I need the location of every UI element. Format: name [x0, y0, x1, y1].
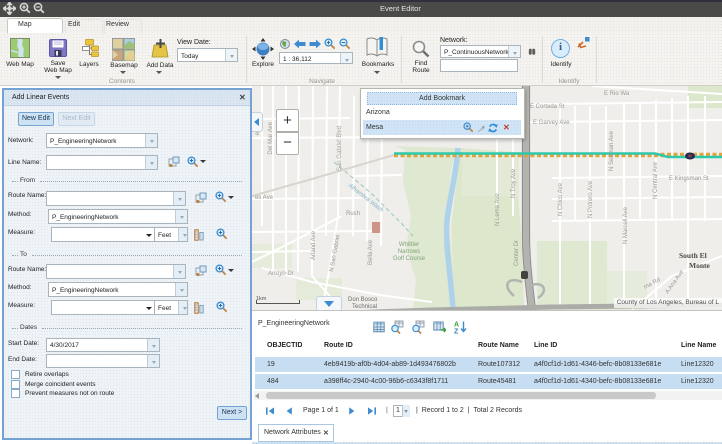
- svg-text:N Lema Ave: N Lema Ave: [495, 193, 501, 226]
- svg-text:E Cortada St: E Cortada St: [530, 104, 565, 110]
- svg-text:Center Dr: Center Dr: [514, 240, 520, 266]
- svg-text:E Kingsman St: E Kingsman St: [669, 176, 709, 182]
- svg-text:Golf Course: Golf Course: [393, 256, 426, 262]
- svg-text:Z: Z: [454, 329, 459, 335]
- svg-text:E Rio Wa: E Rio Wa: [604, 91, 630, 97]
- svg-text:Whittier: Whittier: [399, 242, 419, 248]
- svg-text:Arroyo Dr: Arroyo Dr: [267, 271, 295, 277]
- svg-text:Rush: Rush: [346, 211, 360, 217]
- svg-text:N Seaman Ave: N Seaman Ave: [609, 130, 615, 171]
- svg-text:es Ave: es Ave: [255, 195, 274, 201]
- svg-text:Del Mar Ave: Del Mar Ave: [268, 121, 274, 154]
- svg-text:N San Gabriel: N San Gabriel: [329, 234, 341, 272]
- svg-text:N Marcell Ave: N Marcell Ave: [623, 206, 629, 244]
- svg-text:Don Bosco: Don Bosco: [348, 297, 378, 303]
- svg-text:N Central Ave: N Central Ave: [653, 161, 659, 199]
- svg-text:Arland Ave: Arland Ave: [311, 230, 317, 260]
- svg-text:E Garvey Ave: E Garvey Ave: [533, 120, 570, 126]
- svg-text:N Potrero Ave: N Potrero Ave: [588, 180, 594, 218]
- svg-text:South El: South El: [679, 251, 707, 260]
- svg-text:Monte: Monte: [689, 261, 710, 270]
- svg-text:N Chico Ave: N Chico Ave: [558, 182, 564, 216]
- svg-text:A: A: [454, 322, 459, 329]
- svg-text:Bella Ave: Bella Ave: [368, 239, 374, 265]
- svg-text:San Gabriel Blvd: San Gabriel Blvd: [337, 126, 343, 171]
- svg-text:Narrows: Narrows: [398, 249, 420, 255]
- svg-text:N Troy Ave: N Troy Ave: [511, 168, 517, 198]
